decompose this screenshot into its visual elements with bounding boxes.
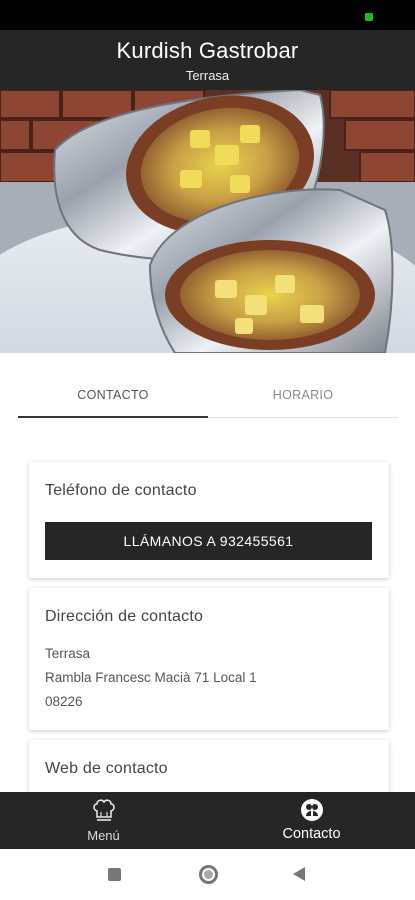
address-postal-code: 08226 xyxy=(45,694,83,709)
web-card-title: Web de contacto xyxy=(45,760,168,777)
address-city: Terrasa xyxy=(45,646,91,661)
address-card-title: Dirección de contacto xyxy=(45,608,204,625)
tab-bar: CONTACTO HORARIO xyxy=(18,376,398,418)
system-navigation-bar xyxy=(0,849,415,900)
tab-horario[interactable]: HORARIO xyxy=(208,376,398,418)
burrito-photo-icon xyxy=(0,90,415,353)
recent-apps-icon[interactable] xyxy=(108,868,121,881)
contact-icon xyxy=(300,799,323,821)
status-bar xyxy=(0,0,415,30)
back-icon[interactable] xyxy=(293,867,305,881)
status-indicator-icon xyxy=(365,13,373,21)
tab-contacto[interactable]: CONTACTO xyxy=(18,376,208,418)
phone-card: Teléfono de contacto LLÁMANOS A 93245556… xyxy=(29,462,389,578)
app-subtitle: Terrasa xyxy=(185,68,230,83)
nav-item-contacto[interactable]: Contacto xyxy=(208,792,415,849)
hero-image xyxy=(0,90,415,353)
nav-item-menu[interactable]: Menú xyxy=(0,792,207,849)
app-header: Kurdish Gastrobar Terrasa xyxy=(0,30,415,90)
chef-hat-icon xyxy=(92,799,115,821)
web-card: Web de contacto xyxy=(29,740,389,800)
app-title: Kurdish Gastrobar xyxy=(116,38,299,63)
phone-card-title: Teléfono de contacto xyxy=(45,482,197,499)
address-street: Rambla Francesc Macià 71 Local 1 xyxy=(45,670,257,685)
home-icon[interactable] xyxy=(199,865,218,884)
bottom-navigation: Menú Contacto xyxy=(0,792,415,849)
nav-label-menu: Menú xyxy=(87,828,120,843)
call-button[interactable]: LLÁMANOS A 932455561 xyxy=(45,522,372,560)
active-tab-indicator xyxy=(18,416,208,418)
address-card: Dirección de contacto Terrasa Rambla Fra… xyxy=(29,588,389,730)
nav-label-contacto: Contacto xyxy=(282,826,341,842)
